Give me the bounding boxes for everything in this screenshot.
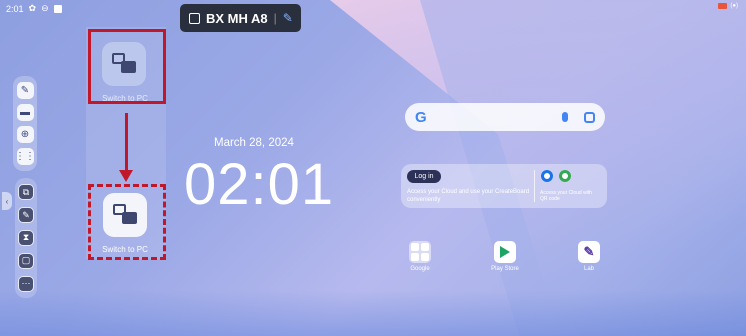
cloud-icon[interactable] (541, 170, 553, 182)
edit-note-icon[interactable]: ✎ (16, 82, 34, 100)
status-right: (●) (718, 3, 738, 9)
crop-icon[interactable]: ▢ (18, 252, 34, 269)
wallpaper-bottom (0, 290, 746, 336)
network-icon: ⊖ (41, 3, 49, 13)
google-search-bar[interactable]: G (405, 103, 605, 131)
app-label-google: Google (410, 266, 430, 272)
annotation-arrow (125, 113, 128, 173)
sidebar-collapse-button[interactable]: ‹ (2, 192, 12, 210)
window-icon[interactable] (53, 4, 62, 13)
lens-icon[interactable] (584, 111, 595, 123)
login-button[interactable]: Log in (407, 170, 441, 183)
settings-icon[interactable]: ✿ (29, 3, 37, 14)
cloud-widget: Log in Access your Cloud and use your Cr… (401, 164, 607, 208)
annotation-arrow-head (119, 170, 133, 182)
device-toolbar[interactable]: BX MH A8 | ✎ (180, 4, 301, 32)
sidebar-top: ✎ ▬ ⊕ ⋮⋮ (13, 76, 37, 171)
device-id: BX MH A8 (206, 10, 268, 26)
google-folder-icon (409, 241, 431, 263)
screenshot-icon[interactable]: ⧉ (18, 184, 34, 201)
id-badge-icon (189, 12, 200, 24)
date-text: March 28, 2024 (214, 137, 294, 149)
apps-grid-icon[interactable]: ⋮⋮ (15, 147, 35, 165)
timer-icon[interactable]: ⧗ (18, 229, 34, 246)
app-play-store[interactable]: Play Store (488, 241, 522, 272)
toolbar-separator: | (273, 11, 277, 25)
status-bar: 2:01 ✿ ⊖ (6, 3, 62, 14)
app-google[interactable]: Google (405, 241, 435, 272)
more-icon[interactable]: ⋯ (18, 275, 34, 292)
app-lab[interactable]: ✎ Lab (575, 241, 603, 272)
cloud-description: Access your Cloud and use your CreateBoa… (407, 189, 530, 203)
battery-icon (718, 3, 728, 9)
pen-icon[interactable]: ✎ (18, 207, 34, 224)
qr-description: Access your Cloud with QR code (540, 190, 592, 202)
cloud-icons (541, 170, 571, 182)
switch-to-pc-label[interactable]: Switch to PC (80, 245, 170, 254)
app-label-lab: Lab (583, 266, 594, 272)
play-store-icon (494, 241, 516, 263)
switch-to-pc-icon[interactable] (103, 193, 147, 237)
lab-pen-icon: ✎ (578, 241, 600, 263)
app-label-play-store: Play Store (491, 266, 519, 272)
google-logo-icon: G (415, 108, 427, 126)
globe-icon[interactable]: ⊕ (16, 125, 34, 143)
switch-to-pc-ghost-icon (102, 42, 146, 86)
mic-icon[interactable] (562, 112, 568, 122)
sidebar-bottom: ⧉ ✎ ⧗ ▢ ⋯ (15, 178, 37, 298)
switch-to-pc-ghost-label: Switch to PC (102, 94, 148, 103)
window-icon[interactable]: ▬ (16, 104, 34, 122)
drive-icon[interactable] (559, 170, 571, 182)
cloud-divider (534, 170, 535, 202)
clock-time: 02:01 (184, 152, 335, 217)
pen-icon[interactable]: ✎ (283, 11, 293, 25)
status-time: 2:01 (6, 3, 24, 14)
signal-icon: (●) (730, 3, 738, 9)
